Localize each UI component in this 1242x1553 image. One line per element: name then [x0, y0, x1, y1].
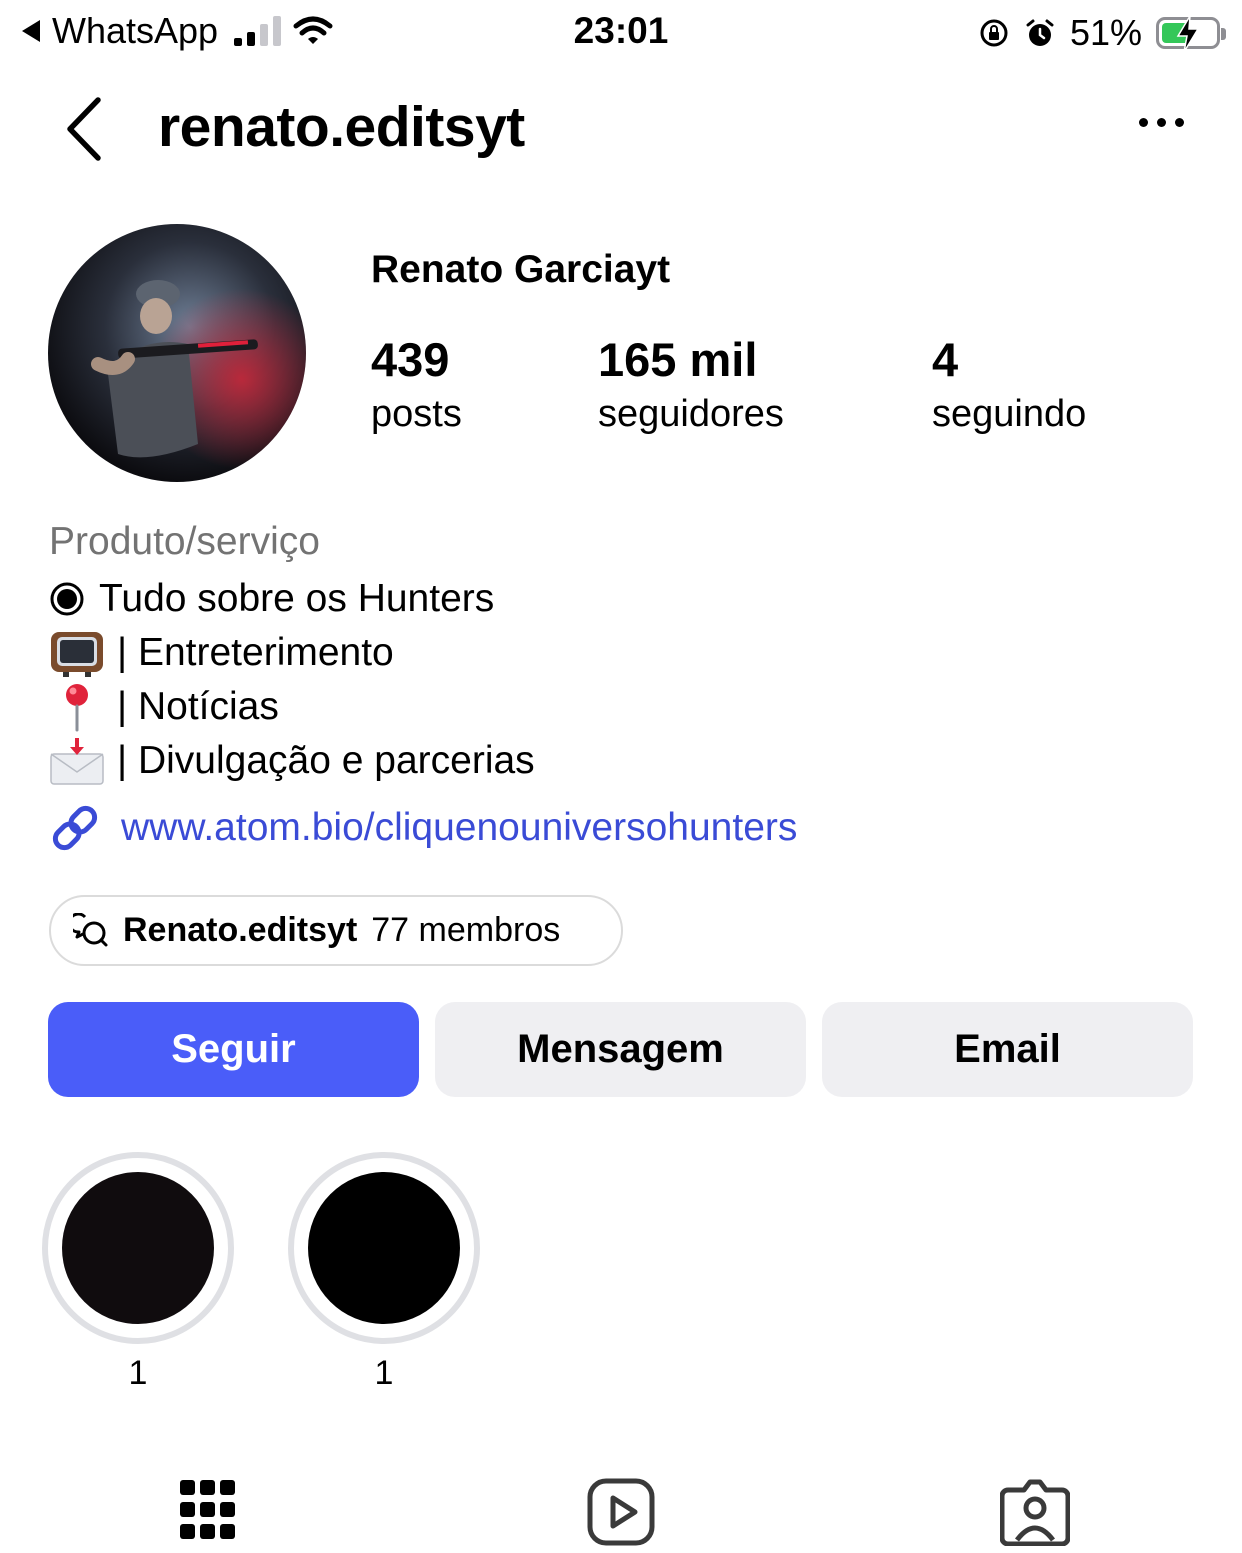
- community-name: Renato.editsyt: [123, 911, 358, 949]
- stat-label: posts: [371, 393, 462, 435]
- avatar-image: [48, 224, 306, 482]
- story-highlight[interactable]: 1: [42, 1152, 234, 1393]
- message-button[interactable]: Mensagem: [435, 1002, 806, 1097]
- reels-icon[interactable]: [587, 1478, 655, 1546]
- community-chip[interactable]: Renato.editsyt 77 membros: [49, 895, 623, 966]
- grid-icon[interactable]: [180, 1478, 236, 1546]
- back-chevron-icon[interactable]: [60, 94, 108, 164]
- bio-line: | Entreterimento: [49, 626, 535, 680]
- rotation-lock-icon: [980, 19, 1008, 47]
- stat-posts[interactable]: 439 posts: [371, 332, 462, 440]
- story-highlight[interactable]: 1: [288, 1152, 480, 1393]
- highlight-ring: [42, 1152, 234, 1344]
- bio-line: | Notícias: [49, 680, 535, 734]
- bio-text: Tudo sobre os Hunters: [99, 577, 495, 620]
- follow-button[interactable]: Seguir: [48, 1002, 419, 1097]
- stat-following[interactable]: 4 seguindo: [932, 332, 1086, 440]
- link-url[interactable]: www.atom.bio/cliquenouniversohunters: [121, 806, 797, 850]
- bio-line: | Divulgação e parcerias: [49, 734, 535, 788]
- email-button[interactable]: Email: [822, 1002, 1193, 1097]
- battery-percent: 51%: [1069, 12, 1142, 53]
- profile-display-name: Renato Garciayt: [371, 248, 671, 291]
- link-icon: [52, 805, 98, 851]
- charging-bolt-icon: [1176, 16, 1200, 52]
- chat-bubbles-icon: [73, 912, 108, 946]
- radio-dot-icon: [49, 574, 85, 624]
- stat-followers[interactable]: 165 mil seguidores: [598, 332, 784, 440]
- highlight-cover: [308, 1172, 460, 1324]
- stat-value: 165 mil: [598, 333, 758, 386]
- header-username: renato.editsyt: [158, 95, 525, 159]
- more-options-icon[interactable]: [1139, 118, 1184, 127]
- stat-label: seguidores: [598, 393, 784, 435]
- profile-bio: Tudo sobre os Hunters | Entreterimento |…: [49, 572, 535, 788]
- tv-icon: [49, 628, 105, 678]
- stat-label: seguindo: [932, 393, 1087, 435]
- highlight-label: 1: [128, 1354, 148, 1392]
- stat-value: 439: [371, 333, 450, 386]
- community-members: 77 membros: [371, 911, 561, 949]
- bio-line: Tudo sobre os Hunters: [49, 572, 535, 626]
- bio-text: | Notícias: [117, 685, 279, 728]
- envelope-icon: [49, 736, 105, 786]
- stat-value: 4: [932, 333, 959, 386]
- battery-icon: [1156, 16, 1226, 52]
- bio-text: | Divulgação e parcerias: [117, 739, 535, 782]
- profile-tab-bar: [0, 1470, 1242, 1553]
- highlight-cover: [62, 1172, 214, 1324]
- highlight-ring: [288, 1152, 480, 1344]
- tagged-icon[interactable]: [1000, 1478, 1070, 1546]
- alarm-icon: [1026, 19, 1054, 46]
- status-bar: WhatsApp 23:01 51%: [0, 0, 1242, 66]
- profile-link[interactable]: www.atom.bio/cliquenouniversohunters: [49, 802, 797, 854]
- highlight-label: 1: [374, 1354, 394, 1392]
- profile-avatar[interactable]: [48, 224, 306, 482]
- profile-category: Produto/serviço: [49, 520, 320, 563]
- pushpin-icon: [49, 682, 105, 732]
- bio-text: | Entreterimento: [117, 631, 394, 674]
- profile-header: renato.editsyt: [0, 80, 1242, 176]
